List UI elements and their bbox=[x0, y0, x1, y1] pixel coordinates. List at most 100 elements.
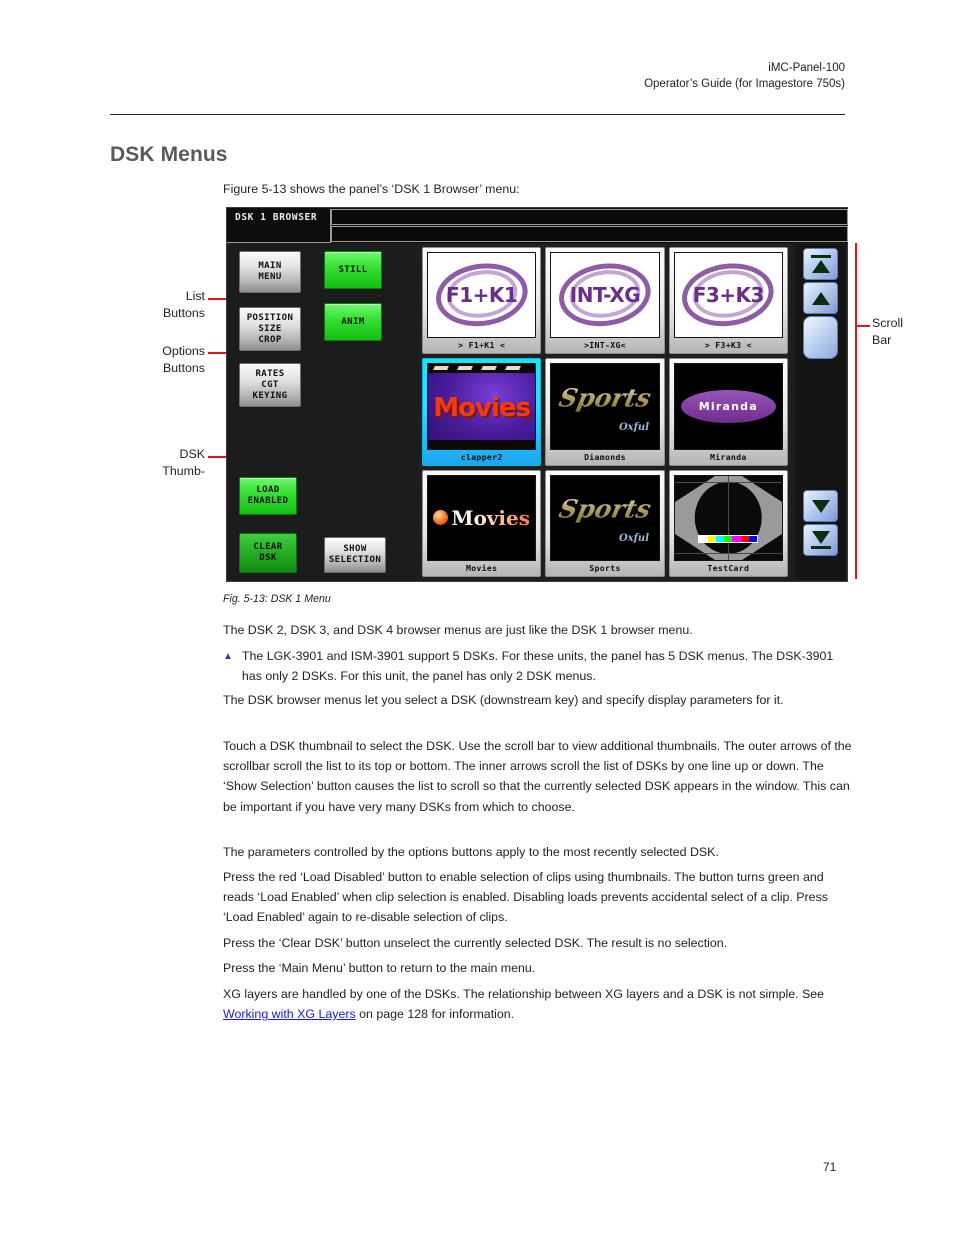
annotation-options-buttons: Options Buttons bbox=[162, 344, 205, 375]
scroll-to-bottom-button[interactable] bbox=[803, 524, 838, 556]
thumbnail-f1k1[interactable]: F1+K1 > F1+K1 < bbox=[422, 247, 542, 355]
note-triangle-icon: ▲ bbox=[223, 651, 233, 662]
dsk-1-browser-panel: DSK 1 BROWSER MAIN MENU POSITION SIZE CR… bbox=[226, 207, 848, 582]
panel-body: MAIN MENU POSITION SIZE CROP RATES CGT K… bbox=[227, 243, 847, 581]
testcard-center-line bbox=[728, 475, 730, 560]
scroll-bar[interactable] bbox=[795, 244, 845, 580]
scroll-top-bar-icon bbox=[810, 255, 831, 258]
triangle-up-icon bbox=[811, 260, 830, 273]
page-title: DSK Menus bbox=[110, 143, 228, 166]
paragraph-5: Press the red ‘Load Disabled’ button to … bbox=[223, 870, 828, 925]
button-still[interactable]: STILL bbox=[324, 251, 382, 289]
thumbnail-miranda[interactable]: Miranda Miranda bbox=[668, 358, 788, 466]
thumbnail-testcard[interactable]: TestCard bbox=[668, 469, 788, 577]
sports-artwork-text: Sports bbox=[556, 383, 654, 413]
scroll-bottom-bar-icon bbox=[810, 546, 831, 549]
thumbnail-intxg[interactable]: INT-XG >INT-XG< bbox=[545, 247, 665, 355]
scroll-up-button[interactable] bbox=[803, 282, 838, 314]
button-position-size-crop[interactable]: POSITION SIZE CROP bbox=[239, 307, 301, 351]
ellipse-logo-text: F1+K1 bbox=[446, 283, 518, 308]
panel-status-field-2 bbox=[331, 226, 848, 242]
thumbnail-image-clapper2: Movies bbox=[427, 363, 537, 450]
scroll-down-button[interactable] bbox=[803, 490, 838, 522]
thumbnail-caption-testcard: TestCard bbox=[707, 563, 750, 573]
annotation-list-buttons: List Buttons bbox=[162, 289, 205, 320]
miranda-artwork: Miranda bbox=[674, 364, 782, 449]
header-guide-name: Operator’s Guide (for Imagestore 750s) bbox=[644, 78, 845, 90]
scroll-thumb[interactable] bbox=[803, 316, 838, 359]
panel-status-field-1 bbox=[331, 209, 848, 225]
scroll-to-top-button[interactable] bbox=[803, 248, 838, 280]
button-load-enabled[interactable]: LOAD ENABLED bbox=[239, 477, 297, 515]
thumbnail-image-sports: Sports Oxful bbox=[550, 474, 660, 561]
clapper-artwork: Movies bbox=[428, 364, 536, 449]
page-number: 71 bbox=[823, 1160, 837, 1174]
clapper-artwork-text: Movies bbox=[433, 393, 531, 424]
paragraph-4: The parameters controlled by the options… bbox=[223, 845, 719, 859]
testcard-corner-icon bbox=[742, 475, 782, 502]
leader-scroll-bar-vertical bbox=[855, 243, 857, 579]
button-anim[interactable]: ANIM bbox=[324, 303, 382, 341]
button-show-selection[interactable]: SHOW SELECTION bbox=[324, 537, 386, 573]
leader-scroll-bar-horizontal bbox=[856, 325, 870, 327]
sports-artwork-subtext: Oxful bbox=[618, 533, 649, 544]
panel-inner: DSK 1 BROWSER MAIN MENU POSITION SIZE CR… bbox=[227, 208, 848, 581]
thumbnail-image-intxg: INT-XG bbox=[550, 252, 660, 339]
paragraph-6: Press the ‘Clear DSK’ button unselect th… bbox=[223, 936, 728, 950]
annotation-scroll-bar: Scroll Bar bbox=[872, 316, 903, 347]
paragraph-2: The DSK browser menus let you select a D… bbox=[223, 693, 784, 707]
annotation-dsk-thumbnails: DSK Thumb- bbox=[162, 447, 205, 478]
panel-title-label: DSK 1 BROWSER bbox=[235, 212, 318, 223]
thumbnail-image-miranda: Miranda bbox=[673, 363, 783, 450]
paragraph-7: Press the ‘Main Menu’ button to return t… bbox=[223, 961, 536, 975]
button-clear-dsk[interactable]: CLEAR DSK bbox=[239, 533, 297, 573]
thumbnail-diamonds[interactable]: Sports Oxful Diamonds bbox=[545, 358, 665, 466]
ellipse-logo-icon: F1+K1 bbox=[428, 253, 536, 338]
header-divider bbox=[110, 114, 845, 115]
dsk-thumbnail-grid: F1+K1 > F1+K1 < INT-XG >INT-XG< F3+K3 > … bbox=[419, 244, 791, 580]
note-text: The LGK-3901 and ISM-3901 support 5 DSKs… bbox=[241, 649, 834, 684]
ellipse-logo-icon: F3+K3 bbox=[674, 253, 782, 338]
thumbnail-image-testcard bbox=[673, 474, 783, 561]
paragraph-8: XG layers are handled by one of the DSKs… bbox=[223, 984, 855, 1024]
titlebar-vertical-rule bbox=[330, 209, 331, 243]
sports-artwork-subtext: Oxful bbox=[618, 421, 649, 433]
ellipse-logo-text: F3+K3 bbox=[692, 283, 765, 308]
miranda-pill-icon: Miranda bbox=[681, 389, 776, 424]
panel-left-controls: MAIN MENU POSITION SIZE CROP RATES CGT K… bbox=[231, 245, 413, 579]
panel-titlebar: DSK 1 BROWSER bbox=[227, 208, 848, 243]
thumbnail-caption-sports: Sports bbox=[589, 563, 621, 573]
clapper-base-icon bbox=[428, 439, 536, 449]
button-rates-cgt-keying[interactable]: RATES CGT KEYING bbox=[239, 363, 301, 407]
paragraph-8-before: XG layers are handled by one of the DSKs… bbox=[223, 987, 825, 1001]
thumbnail-caption-diamonds: Diamonds bbox=[584, 451, 626, 462]
thumbnail-sports[interactable]: Sports Oxful Sports bbox=[545, 469, 665, 577]
clapper-stripe-icon bbox=[481, 366, 497, 371]
document-header: iMC-Panel-100 Operator’s Guide (for Imag… bbox=[110, 60, 845, 92]
thumbnail-image-f3k3: F3+K3 bbox=[673, 252, 783, 339]
sports-artwork: Sports Oxful bbox=[551, 364, 659, 449]
ellipse-logo-text: INT-XG bbox=[569, 283, 641, 308]
header-product-name: iMC-Panel-100 bbox=[768, 62, 845, 74]
triangle-down-icon bbox=[811, 531, 830, 544]
thumbnail-caption-intxg: >INT-XG< bbox=[584, 340, 626, 351]
thumbnail-caption-f3k3: > F3+K3 < bbox=[704, 340, 752, 351]
clapper-stripe-icon bbox=[505, 366, 521, 371]
thumbnail-f3k3[interactable]: F3+K3 > F3+K3 < bbox=[668, 247, 788, 355]
thumbnail-caption-miranda: Miranda bbox=[710, 451, 747, 462]
paragraph-3: Touch a DSK thumbnail to select the DSK.… bbox=[223, 739, 852, 814]
thumbnail-image-diamonds: Sports Oxful bbox=[550, 363, 660, 450]
thumbnail-caption-clapper2: clapper2 bbox=[460, 451, 503, 462]
paragraph-1: The DSK 2, DSK 3, and DSK 4 browser menu… bbox=[223, 623, 693, 637]
xg-layers-link[interactable]: Working with XG Layers bbox=[223, 1007, 356, 1021]
testcard-corner-icon bbox=[674, 475, 715, 502]
movies-artwork-text: Movies bbox=[451, 505, 530, 530]
thumbnail-image-f1k1: F1+K1 bbox=[427, 252, 537, 339]
ellipse-logo-icon: INT-XG bbox=[551, 253, 659, 338]
triangle-down-icon bbox=[811, 499, 830, 513]
testcard-colorbars-icon bbox=[698, 535, 759, 544]
thumbnail-clapper2[interactable]: Movies clapper2 bbox=[422, 358, 542, 466]
sports-artwork: Sports Oxful bbox=[551, 475, 659, 560]
button-main-menu[interactable]: MAIN MENU bbox=[239, 251, 301, 293]
thumbnail-movies[interactable]: Movies Movies bbox=[422, 469, 542, 577]
